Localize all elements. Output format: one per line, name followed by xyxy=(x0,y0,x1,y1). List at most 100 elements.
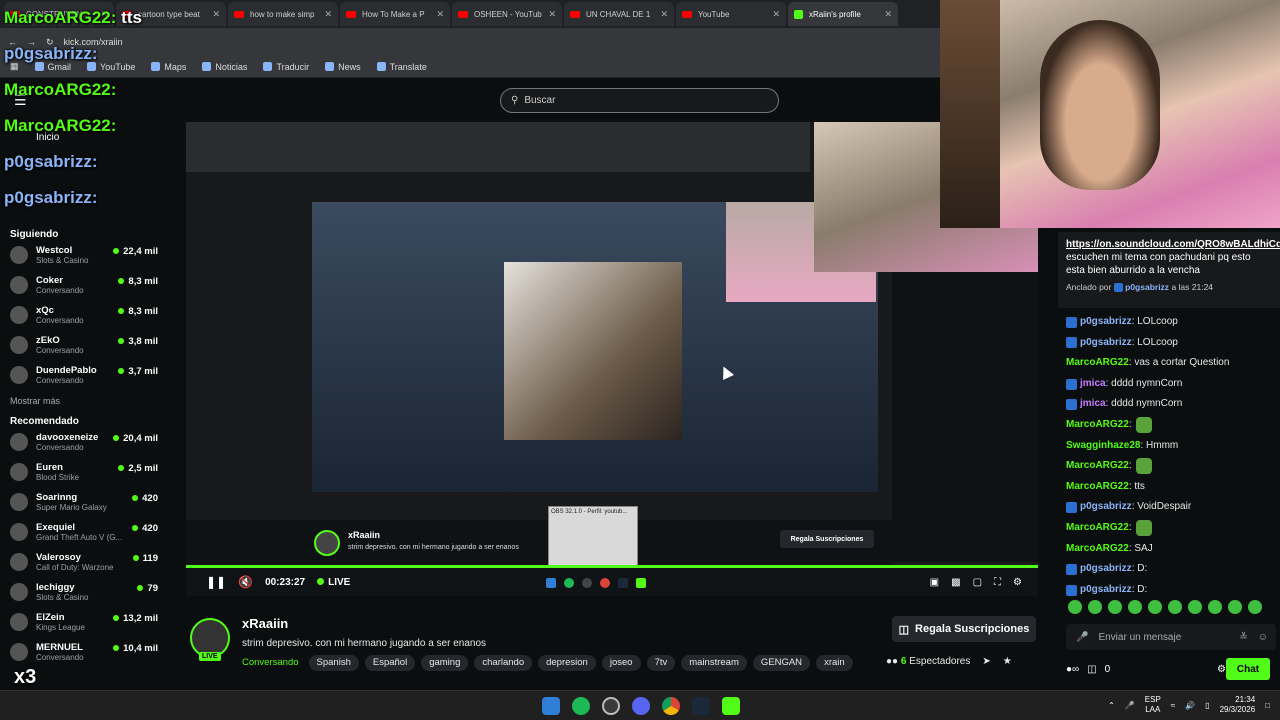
tray-mic-icon[interactable]: 🎤 xyxy=(1125,701,1135,710)
browser-tab[interactable]: how to make simp ✕ xyxy=(228,2,338,26)
sidebar-channel[interactable]: lechiggy Slots & Casino 79 xyxy=(10,577,178,607)
sidebar-channel[interactable]: Valerosoy Call of Duty: Warzone 119 xyxy=(10,547,178,577)
chat-username[interactable]: p0gsabrizz xyxy=(1080,497,1132,518)
chat-username[interactable]: p0gsabrizz xyxy=(1080,559,1132,580)
chat-send-button[interactable]: Chat xyxy=(1226,658,1270,680)
browser-tab[interactable]: UN CHAVAL DE 1 ✕ xyxy=(564,2,674,26)
stream-tag[interactable]: depresion xyxy=(538,655,596,671)
browser-tab[interactable]: How To Make a P ✕ xyxy=(340,2,450,26)
quick-emote-icon[interactable] xyxy=(1128,600,1142,614)
close-icon[interactable]: ✕ xyxy=(884,9,892,20)
gift-icon[interactable]: ◫ xyxy=(1087,664,1096,675)
quick-emote-icon[interactable] xyxy=(1168,600,1182,614)
windows-start-icon[interactable] xyxy=(542,697,560,715)
pause-icon[interactable]: ❚❚ xyxy=(206,575,226,589)
bookmark-item[interactable]: Traducir xyxy=(263,62,309,72)
chat-username[interactable]: p0gsabrizz xyxy=(1080,580,1132,601)
sidebar-channel[interactable]: ElZein Kings League 13,2 mil xyxy=(10,607,178,637)
sidebar-channel[interactable]: MERNUEL Conversando 10,4 mil xyxy=(10,637,178,667)
chat-username[interactable]: MarcoARG22 xyxy=(1066,477,1129,498)
stream-tag[interactable]: gaming xyxy=(421,655,469,671)
quick-emote-icon[interactable] xyxy=(1228,600,1242,614)
sidebar-channel[interactable]: xQc Conversando 8,3 mil xyxy=(10,300,178,330)
streamer-name[interactable]: xRaaiin xyxy=(242,616,288,631)
quick-emote-icon[interactable] xyxy=(1068,600,1082,614)
chat-username[interactable]: Swagginhaze28 xyxy=(1066,436,1140,457)
chat-username[interactable]: MarcoARG22 xyxy=(1066,415,1129,436)
tray-lang[interactable]: ESP LAA xyxy=(1145,695,1161,715)
quick-emote-icon[interactable] xyxy=(1108,600,1122,614)
chat-settings-icon[interactable]: ⚙ xyxy=(1217,664,1226,675)
chrome-icon[interactable] xyxy=(662,697,680,715)
kick-app-icon[interactable] xyxy=(722,697,740,715)
quick-emote-icon[interactable] xyxy=(1148,600,1162,614)
chat-username[interactable]: MarcoARG22 xyxy=(1066,353,1129,374)
settings-gear-icon[interactable]: ⚙ xyxy=(1013,577,1022,588)
spotify-icon[interactable] xyxy=(572,697,590,715)
sidebar-channel[interactable]: Euren Blood Strike 2,5 mil xyxy=(10,457,178,487)
gift-subs-button[interactable]: ◫ Regala Suscripciones xyxy=(892,616,1036,642)
tray-chevron-icon[interactable]: ⌃ xyxy=(1108,701,1115,710)
chat-username[interactable]: MarcoARG22 xyxy=(1066,456,1129,477)
video-player[interactable]: xRaaiin strim depresivo. con mi hermano … xyxy=(186,122,1038,596)
stream-tag[interactable]: Spanish xyxy=(308,655,359,671)
stream-tag[interactable]: charlando xyxy=(474,655,533,671)
volume-icon[interactable]: 🔊 xyxy=(1185,701,1195,710)
quick-emote-icon[interactable] xyxy=(1248,600,1262,614)
browser-tab[interactable]: xRaiin's profile ✕ xyxy=(788,2,898,26)
chat-username[interactable]: MarcoARG22 xyxy=(1066,539,1129,560)
close-icon[interactable]: ✕ xyxy=(772,9,780,20)
stream-tag[interactable]: mainstream xyxy=(681,655,747,671)
stream-tag[interactable]: Español xyxy=(364,655,416,671)
pip-icon[interactable]: ▩ xyxy=(951,577,960,588)
translate-icon[interactable]: ≚ xyxy=(1239,632,1247,643)
close-icon[interactable]: ✕ xyxy=(212,9,220,20)
quick-emote-icon[interactable] xyxy=(1208,600,1222,614)
close-icon[interactable]: ✕ xyxy=(436,9,444,20)
close-icon[interactable]: ✕ xyxy=(548,9,556,20)
emoji-icon[interactable]: ☺ xyxy=(1258,632,1268,643)
mic-icon[interactable]: 🎤 xyxy=(1076,632,1088,643)
bookmark-item[interactable]: News xyxy=(325,62,361,72)
chat-username[interactable]: p0gsabrizz xyxy=(1080,333,1132,354)
clip-icon[interactable]: ▢ xyxy=(973,577,982,588)
stream-tag[interactable]: 7tv xyxy=(646,655,676,671)
search-box[interactable]: ⚲ Buscar xyxy=(500,88,779,113)
battery-icon[interactable]: ▯ xyxy=(1205,701,1209,710)
wifi-icon[interactable]: ≈ xyxy=(1171,701,1175,710)
chat-username[interactable]: jmica xyxy=(1080,394,1106,415)
sidebar-channel[interactable]: Coker Conversando 8,3 mil xyxy=(10,270,178,300)
bookmark-item[interactable]: Maps xyxy=(151,62,186,72)
notifications-icon[interactable]: □ xyxy=(1265,701,1270,710)
stream-tag[interactable]: joseo xyxy=(601,655,641,671)
close-icon[interactable]: ✕ xyxy=(324,9,332,20)
bookmark-item[interactable]: Noticias xyxy=(202,62,247,72)
close-icon[interactable]: ✕ xyxy=(660,9,668,20)
follow-icon[interactable]: ★ xyxy=(1003,656,1012,667)
chat-username[interactable]: jmica xyxy=(1080,374,1106,395)
theater-mode-icon[interactable]: ▣ xyxy=(930,577,939,588)
steam-icon[interactable] xyxy=(692,697,710,715)
chevron-up-icon[interactable]: ⌃ xyxy=(1264,240,1272,253)
chat-username[interactable]: MarcoARG22 xyxy=(1066,518,1129,539)
sidebar-channel[interactable]: DuendePablo Conversando 3,7 mil xyxy=(10,360,178,390)
sidebar-channel[interactable]: davooxeneize Conversando 20,4 mil xyxy=(10,427,178,457)
chat-username[interactable]: p0gsabrizz xyxy=(1080,312,1132,333)
clock[interactable]: 21:34 29/3/2026 xyxy=(1220,695,1256,715)
users-icon[interactable]: ●∞ xyxy=(1066,664,1079,675)
stream-category[interactable]: Conversando xyxy=(242,655,299,671)
bookmark-item[interactable]: Translate xyxy=(376,62,427,72)
pinned-by-user[interactable]: p0gsabrizz xyxy=(1125,282,1169,292)
quick-emote-icon[interactable] xyxy=(1088,600,1102,614)
browser-tab[interactable]: YouTube ✕ xyxy=(676,2,786,26)
show-more-link[interactable]: Mostrar más xyxy=(10,396,178,406)
sidebar-channel[interactable]: Exequiel Grand Theft Auto V (G... 420 xyxy=(10,517,178,547)
browser-tab[interactable]: OSHEEN - YouTub ✕ xyxy=(452,2,562,26)
stream-tag[interactable]: xrain xyxy=(816,655,853,671)
pinned-link[interactable]: https://on.soundcloud.com/QRO8wBALdhiCdO… xyxy=(1066,239,1280,250)
sidebar-channel[interactable]: zEkO Conversando 3,8 mil xyxy=(10,330,178,360)
quick-emote-icon[interactable] xyxy=(1188,600,1202,614)
fullscreen-icon[interactable]: ⛶ xyxy=(994,577,1001,588)
stream-tag[interactable]: GENGAN xyxy=(752,655,811,671)
sidebar-channel[interactable]: Soarinng Super Mario Galaxy 420 xyxy=(10,487,178,517)
